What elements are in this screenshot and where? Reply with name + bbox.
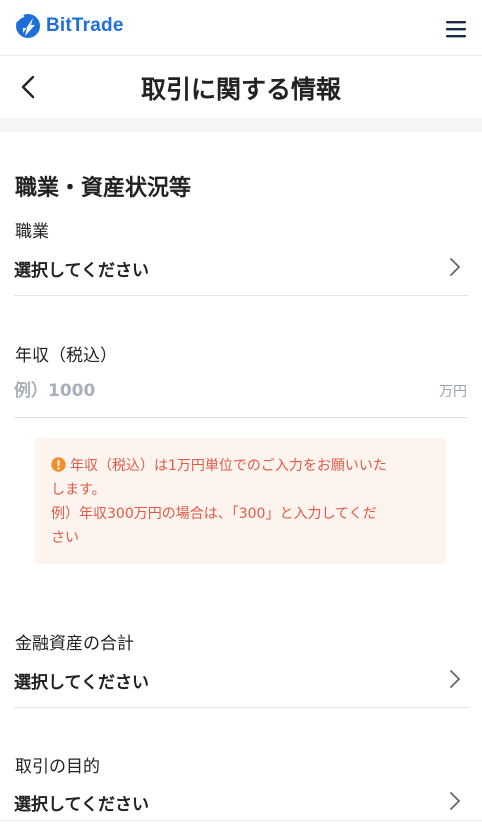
financial-assets-select-value: 選択してください <box>14 673 149 693</box>
purpose-select[interactable]: 選択してください <box>14 784 468 824</box>
bottom-bar-edge <box>0 820 482 828</box>
chevron-right-icon <box>450 258 461 276</box>
annual-income-unit: 万円 <box>439 384 467 400</box>
app-header: BitTrade <box>0 0 482 56</box>
occupation-select[interactable]: 選択してください <box>14 250 468 290</box>
brand-logo[interactable]: BitTrade <box>14 12 124 40</box>
page-title-bar: 取引に関する情報 <box>0 56 482 118</box>
chevron-right-icon <box>450 670 461 688</box>
divider <box>14 417 468 418</box>
bittrade-logo-icon <box>16 14 40 38</box>
financial-assets-label: 金融資産の合計 <box>15 634 134 654</box>
financial-assets-select[interactable]: 選択してください <box>14 662 468 702</box>
menu-button[interactable] <box>444 18 468 40</box>
purpose-select-value: 選択してください <box>14 795 149 815</box>
annual-income-input[interactable] <box>14 376 414 406</box>
warning-icon <box>51 457 66 472</box>
divider <box>14 707 468 708</box>
section-title: 職業・資産状況等 <box>15 176 192 201</box>
notice-line: します。 <box>51 482 106 498</box>
brand-name: BitTrade <box>46 15 124 36</box>
notice-line: さい <box>51 530 79 546</box>
section-separator <box>0 118 482 132</box>
chevron-right-icon <box>450 792 461 810</box>
notice-line: 例）年収300万円の場合は、「300」と入力してくだ <box>51 506 377 522</box>
purpose-label: 取引の目的 <box>15 757 100 777</box>
occupation-label: 職業 <box>15 222 49 242</box>
notice-text: 年収（税込）は1万円単位でのご入力をお願いいた <box>70 458 387 474</box>
occupation-select-value: 選択してください <box>14 261 149 281</box>
divider <box>14 295 468 296</box>
hamburger-menu-icon <box>446 21 466 38</box>
income-notice-box: 年収（税込）は1万円単位でのご入力をお願いいた します。 例）年収300万円の場… <box>35 438 446 564</box>
page-title: 取引に関する情報 <box>140 75 341 104</box>
notice-line: 年収（税込）は1万円単位でのご入力をお願いいた <box>51 454 426 478</box>
annual-income-label: 年収（税込） <box>15 346 117 366</box>
